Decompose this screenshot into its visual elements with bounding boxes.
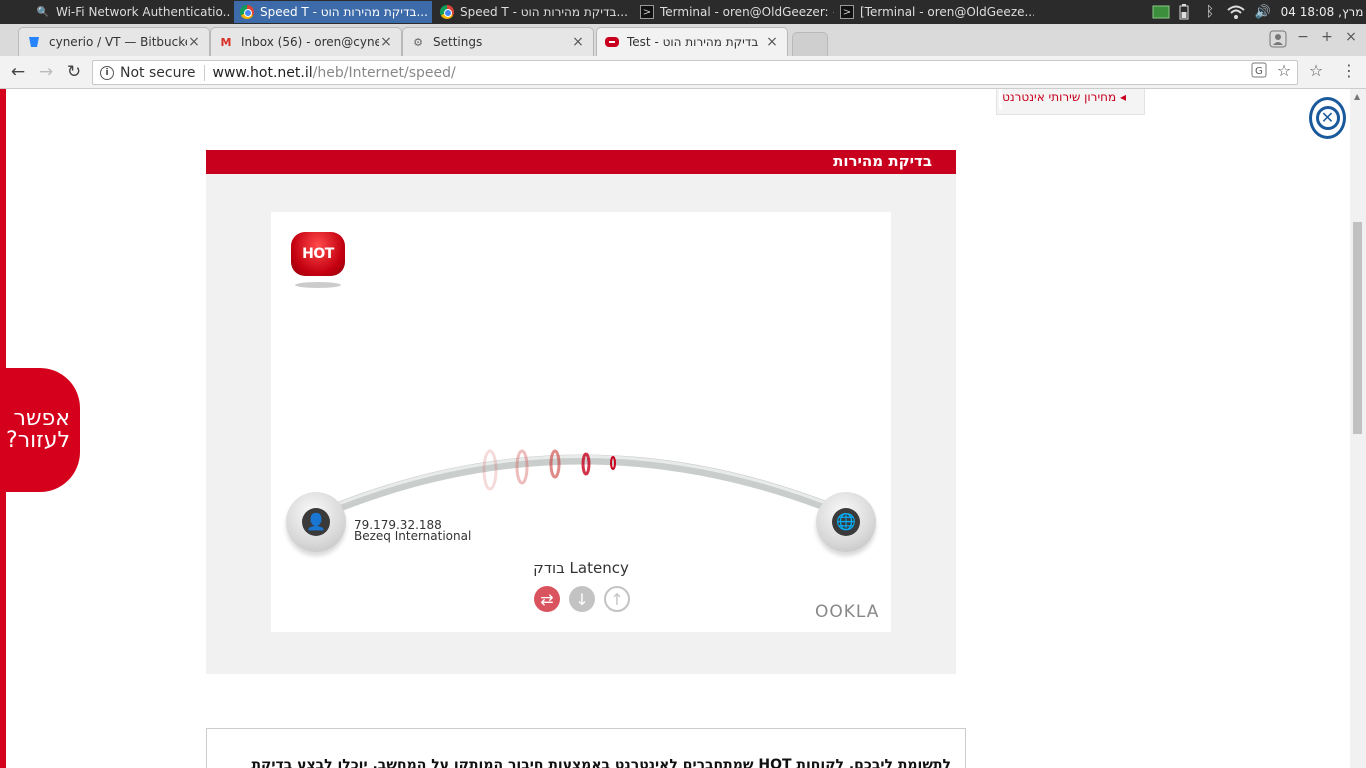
profile-icon[interactable] <box>1268 30 1288 52</box>
tab-hot-speedtest[interactable]: Test - בדיקת מהירות הוט × <box>596 27 788 56</box>
download-icon: ↓ <box>569 586 595 612</box>
task-speedtest-active[interactable]: Speed T - בדיקת מהירות הוט... <box>234 1 432 23</box>
ookla-logo: OOKLA <box>815 602 880 622</box>
task-wifi-auth[interactable]: 🔍 Wi-Fi Network Authenticatio... <box>30 1 230 23</box>
close-window-icon[interactable]: × <box>1341 29 1361 45</box>
client-node: 👤 <box>286 492 346 552</box>
close-tab-icon[interactable]: × <box>765 34 779 50</box>
task-speedtest[interactable]: Speed T - בדיקת מהירות הוט... <box>434 1 632 23</box>
new-tab-button[interactable] <box>792 32 828 56</box>
chrome-icon <box>240 5 254 19</box>
server-node: 🌐 <box>816 492 876 552</box>
chrome-icon <box>440 5 454 19</box>
translate-icon[interactable]: G <box>1248 62 1270 82</box>
task-label: Terminal - oren@OldGeezer: ~ <box>660 5 834 19</box>
task-terminal[interactable]: > Terminal - oren@OldGeezer: ~ <box>634 1 834 23</box>
network-manager-icon[interactable] <box>1150 0 1172 24</box>
latency-icon: ⇄ <box>534 586 560 612</box>
tab-settings[interactable]: ⚙ Settings × <box>402 27 594 56</box>
close-tab-icon[interactable]: × <box>571 34 585 50</box>
bluetooth-icon[interactable]: ᛒ <box>1202 0 1218 24</box>
gmail-icon: M <box>220 35 232 49</box>
browser-toolbar: ← → ↻ i Not secure www.hot.net.il/heb/In… <box>0 56 1366 89</box>
volume-icon[interactable]: 🔊 <box>1252 0 1274 24</box>
info-icon[interactable]: i <box>100 65 114 80</box>
test-status: בודק Latency <box>533 559 629 577</box>
user-icon: 👤 <box>302 508 330 536</box>
browser-tab-strip: cynerio / VT — Bitbucket × M Inbox (56) … <box>0 24 1366 56</box>
accessibility-icon[interactable]: ✕ <box>1309 97 1346 139</box>
description-box: לתשומת ליבכם, לקוחות HOT שמתחברים לאינטר… <box>206 728 966 768</box>
close-tab-icon[interactable]: × <box>187 34 201 50</box>
address-bar[interactable]: i Not secure www.hot.net.il/heb/Internet… <box>92 60 1298 85</box>
page-viewport: ◂ מחירון שירותי אינטרנט ✕ אפשר לעזור? בד… <box>0 89 1366 768</box>
price-list-link[interactable]: ◂ מחירון שירותי אינטרנט <box>996 89 1145 115</box>
back-icon[interactable]: ← <box>6 61 30 83</box>
battery-icon[interactable] <box>1176 0 1192 24</box>
price-list-label[interactable]: מחירון שירותי אינטרנט <box>1002 90 1116 104</box>
terminal-icon: > <box>640 5 654 19</box>
tab-label: Test - בדיקת מהירות הוט <box>627 35 759 49</box>
hot-icon <box>605 35 619 49</box>
wifi-icon[interactable] <box>1225 0 1247 24</box>
help-text-line-2: לעזור? <box>6 428 70 453</box>
scroll-up-icon[interactable]: ▲ <box>1354 92 1360 101</box>
menu-icon[interactable]: ⋮ <box>1338 61 1360 80</box>
tab-label: Inbox (56) - oren@cynerio <box>241 35 379 49</box>
task-terminal-2[interactable]: > [Terminal - oren@OldGeeze... <box>834 1 1034 23</box>
reload-icon[interactable]: ↻ <box>62 61 86 83</box>
chevron-left-icon: ◂ <box>1119 90 1126 104</box>
speedtest-widget: HOT 👤 🌐 79.179.32.188 Bezeq Internationa… <box>271 212 891 632</box>
tab-bitbucket[interactable]: cynerio / VT — Bitbucket × <box>18 27 210 56</box>
speed-test-section: בדיקת מהירות HOT 👤 🌐 79.179.32.188 Bezeq… <box>206 150 956 674</box>
svg-text:G: G <box>1255 66 1263 77</box>
description-text: לתשומת ליבכם, לקוחות HOT שמתחברים לאינטר… <box>251 757 951 768</box>
minimize-icon[interactable]: − <box>1293 29 1313 45</box>
bitbucket-icon <box>27 35 41 49</box>
page-scrollbar[interactable]: ▲ <box>1350 89 1366 768</box>
close-tab-icon[interactable]: × <box>379 34 393 50</box>
task-label: Wi-Fi Network Authenticatio... <box>56 5 230 19</box>
help-text-line-1: אפשר <box>13 406 70 431</box>
maximize-icon[interactable]: + <box>1317 29 1337 45</box>
extension-star-icon[interactable]: ☆ <box>1305 61 1327 80</box>
upload-icon: ↑ <box>604 586 630 612</box>
help-widget[interactable]: אפשר לעזור? <box>0 368 80 492</box>
divider <box>203 64 205 81</box>
forward-icon[interactable]: → <box>34 61 58 83</box>
tab-gmail[interactable]: M Inbox (56) - oren@cynerio × <box>210 27 402 56</box>
task-label: Speed T - בדיקת מהירות הוט... <box>260 5 428 19</box>
clock[interactable]: 04 מרץ, 18:08 <box>1280 0 1364 24</box>
connection-info: 79.179.32.188 Bezeq International <box>354 519 472 543</box>
os-taskbar: 🔍 Wi-Fi Network Authenticatio... Speed T… <box>0 0 1366 24</box>
task-label: [Terminal - oren@OldGeeze... <box>860 5 1034 19</box>
task-label: Speed T - בדיקת מהירות הוט... <box>460 5 628 19</box>
globe-icon: 🌐 <box>832 508 860 536</box>
tab-label: cynerio / VT — Bitbucket <box>49 35 187 49</box>
gear-icon: ⚙ <box>413 35 423 49</box>
url-path[interactable]: /heb/Internet/speed/ <box>313 65 456 81</box>
key-icon: 🔍 <box>36 6 50 18</box>
section-title: בדיקת מהירות <box>206 150 956 174</box>
tab-label: Settings <box>433 35 483 49</box>
url-host[interactable]: www.hot.net.il <box>213 65 313 81</box>
security-label[interactable]: Not secure <box>120 65 196 81</box>
terminal-icon: > <box>840 5 854 19</box>
bookmark-star-icon[interactable]: ☆ <box>1273 61 1295 80</box>
scrollbar-thumb[interactable] <box>1353 222 1362 434</box>
isp-name: Bezeq International <box>354 529 472 543</box>
